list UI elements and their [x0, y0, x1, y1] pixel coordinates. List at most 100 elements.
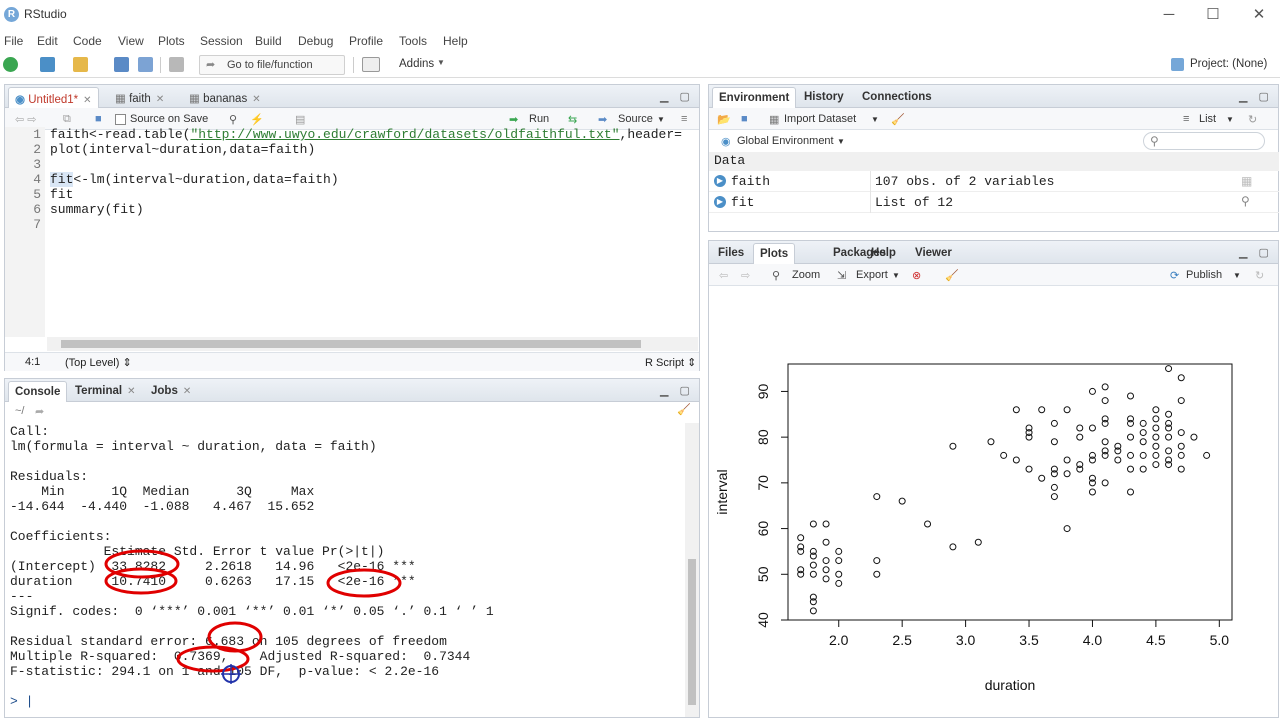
chevron-down-icon[interactable]: ▼ [837, 137, 845, 146]
minimize-button[interactable]: ─ [1158, 4, 1180, 26]
close-tab-icon[interactable]: ✕ [252, 94, 260, 105]
back-forward-icon[interactable]: ⇦ ⇨ [15, 113, 37, 126]
expand-icon[interactable]: ▶ [714, 175, 726, 187]
save-all-icon[interactable] [138, 57, 153, 72]
scope-selector[interactable]: (Top Level) ⇕ [65, 356, 132, 369]
menu-session[interactable]: Session [200, 34, 243, 48]
menu-help[interactable]: Help [443, 34, 468, 48]
close-button[interactable]: ✕ [1248, 4, 1270, 26]
environment-row[interactable]: ▶ faith 107 obs. of 2 variables ▦ [709, 171, 1279, 192]
data-point [797, 570, 805, 578]
close-tab-icon[interactable]: ✕ [183, 386, 191, 397]
export-menu[interactable]: Export [856, 269, 888, 281]
y-tick-label: 40 [755, 612, 771, 628]
menu-view[interactable]: View [118, 34, 144, 48]
addins-menu[interactable]: Addins [399, 58, 434, 70]
environment-row[interactable]: ▶ fit List of 12 ⚲ [709, 192, 1279, 213]
code-editor[interactable]: faith<-read.table("http://www.uwyo.edu/c… [45, 127, 698, 335]
chevron-down-icon[interactable]: ▼ [892, 271, 900, 280]
tab-plots[interactable]: Plots [753, 243, 796, 264]
menu-file[interactable]: File [4, 34, 23, 48]
save-icon[interactable]: ■ [95, 113, 102, 125]
zoom-button[interactable]: Zoom [792, 269, 820, 281]
previous-plot-icon[interactable]: ⇦ [719, 269, 728, 282]
chevron-down-icon[interactable]: ▼ [871, 115, 879, 124]
menu-code[interactable]: Code [73, 34, 102, 48]
chevron-down-icon[interactable]: ▼ [1226, 115, 1234, 124]
minimize-pane-icon[interactable]: ▁ ▢ [660, 384, 694, 397]
compile-report-icon[interactable]: ▤ [295, 113, 305, 126]
menu-debug[interactable]: Debug [298, 34, 333, 48]
broom-icon[interactable]: 🧹 [945, 269, 959, 282]
magic-wand-icon[interactable]: ⚡ [250, 113, 264, 126]
file-type-selector[interactable]: R Script ⇕ [645, 356, 696, 369]
search-icon[interactable]: ⚲ [229, 113, 237, 126]
environment-search-input[interactable]: ⚲ [1143, 132, 1265, 150]
broom-icon[interactable]: 🧹 [891, 113, 905, 126]
tab-console[interactable]: Console [8, 381, 68, 402]
goto-file-function-input[interactable]: ➦ Go to file/function [199, 55, 345, 75]
tab-jobs[interactable]: Jobs ✕ [145, 381, 197, 402]
new-file-icon[interactable] [3, 57, 18, 72]
close-tab-icon[interactable]: ✕ [156, 94, 164, 105]
environment-scope-menu[interactable]: Global Environment [737, 135, 834, 147]
expand-icon[interactable]: ▶ [714, 196, 726, 208]
open-file-icon[interactable] [73, 57, 88, 72]
console-tab-strip: Console Terminal ✕ Jobs ✕ ▁ ▢ [5, 379, 699, 402]
source-on-save-checkbox[interactable] [115, 114, 126, 125]
tab-viewer[interactable]: Viewer [909, 243, 958, 264]
show-in-window-icon[interactable]: ⧉ [63, 113, 71, 126]
view-table-icon[interactable]: ▦ [1241, 174, 1252, 188]
project-menu[interactable]: Project: (None) [1190, 58, 1267, 70]
menu-profile[interactable]: Profile [349, 34, 383, 48]
tab-files[interactable]: Files [712, 243, 750, 264]
search-icon[interactable]: ⚲ [1241, 194, 1250, 208]
refresh-icon[interactable]: ↻ [1248, 113, 1257, 126]
next-plot-icon[interactable]: ⇨ [741, 269, 750, 282]
outline-icon[interactable]: ≡ [681, 113, 687, 125]
chevron-down-icon[interactable]: ▼ [1233, 271, 1241, 280]
minimize-pane-icon[interactable]: ▁ ▢ [660, 90, 694, 103]
minimize-pane-icon[interactable]: ▁ ▢ [1239, 90, 1273, 103]
menu-build[interactable]: Build [255, 34, 282, 48]
chevron-down-icon[interactable]: ▼ [657, 115, 665, 124]
close-tab-icon[interactable]: ✕ [83, 95, 91, 106]
tab-help[interactable]: Help [865, 243, 902, 264]
tab-connections[interactable]: Connections [856, 87, 938, 108]
tab-environment[interactable]: Environment [712, 87, 797, 108]
console-vertical-scrollbar[interactable] [685, 423, 699, 717]
grid-layout-icon[interactable] [362, 57, 380, 72]
minimize-pane-icon[interactable]: ▁ ▢ [1239, 246, 1273, 259]
print-icon[interactable] [169, 57, 184, 72]
tab-faith[interactable]: ▦ faith ✕ [109, 87, 170, 108]
clear-console-icon[interactable]: 🧹 [677, 403, 691, 416]
load-workspace-icon[interactable]: 📂 [717, 113, 731, 126]
chevron-down-icon[interactable]: ▼ [437, 58, 445, 67]
tab-untitled1[interactable]: ◉ Untitled1* ✕ [8, 87, 99, 108]
editor-horizontal-scrollbar[interactable] [47, 337, 698, 351]
publish-menu[interactable]: Publish [1186, 269, 1222, 281]
menu-tools[interactable]: Tools [399, 34, 427, 48]
new-project-icon[interactable] [40, 57, 55, 72]
remove-plot-icon[interactable]: ⊗ [912, 269, 921, 282]
tab-history[interactable]: History [798, 87, 850, 108]
rerun-icon[interactable]: ⇆ [568, 113, 577, 126]
menu-plots[interactable]: Plots [158, 34, 185, 48]
save-workspace-icon[interactable]: ■ [741, 113, 748, 125]
list-view-menu[interactable]: List [1199, 113, 1216, 125]
scrollbar-thumb[interactable] [688, 559, 696, 705]
console-output[interactable]: Call: lm(formula = interval ~ duration, … [5, 424, 680, 716]
maximize-button[interactable]: ☐ [1202, 4, 1224, 26]
goto-directory-icon[interactable]: ➦ [35, 405, 44, 418]
tab-terminal[interactable]: Terminal ✕ [69, 381, 141, 402]
data-point [797, 547, 805, 555]
refresh-icon[interactable]: ↻ [1255, 269, 1264, 282]
run-button[interactable]: Run [529, 113, 549, 125]
menu-edit[interactable]: Edit [37, 34, 58, 48]
tab-bananas[interactable]: ▦ bananas ✕ [183, 87, 267, 108]
close-tab-icon[interactable]: ✕ [127, 386, 135, 397]
save-icon[interactable] [114, 57, 129, 72]
import-dataset-menu[interactable]: Import Dataset [784, 113, 856, 125]
source-button[interactable]: Source [618, 113, 653, 125]
scrollbar-thumb[interactable] [61, 340, 641, 348]
